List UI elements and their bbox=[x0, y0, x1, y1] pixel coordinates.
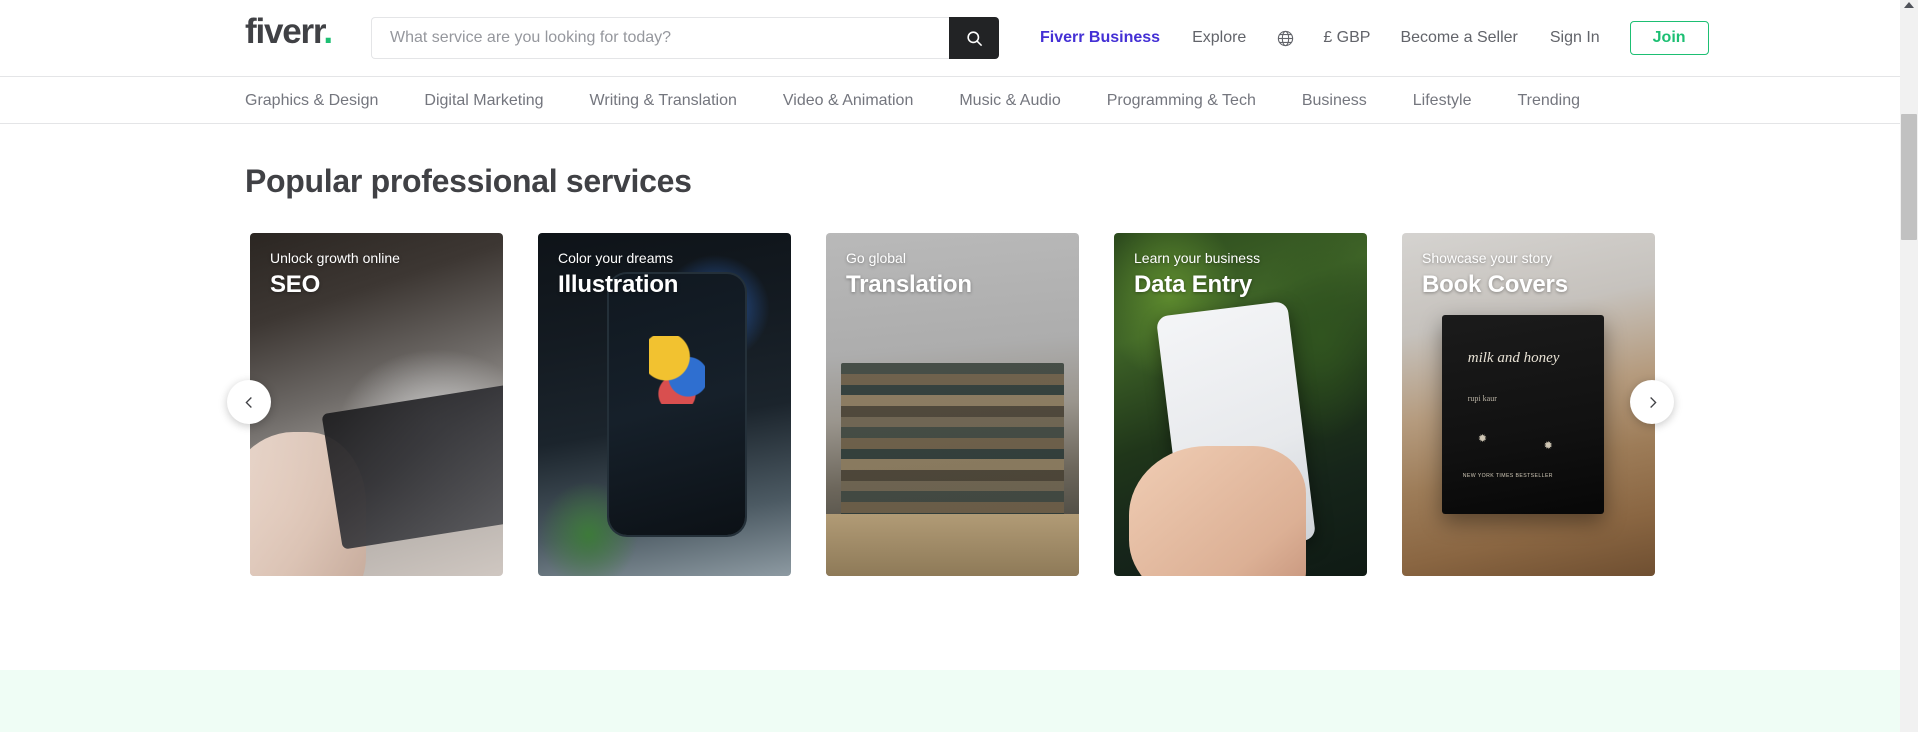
card-subtitle: Unlock growth online bbox=[270, 250, 400, 266]
service-card-seo[interactable]: Unlock growth online SEO bbox=[250, 233, 503, 576]
header-nav: Fiverr Business Explore £ GBP Become a S… bbox=[1040, 0, 1709, 76]
fiverr-homepage: fiverr. Fiverr Business Explore bbox=[0, 0, 1918, 732]
page-scrollbar[interactable] bbox=[1900, 0, 1918, 732]
scroll-up-arrow-icon[interactable] bbox=[1904, 2, 1914, 8]
currency-selector[interactable]: £ GBP bbox=[1309, 29, 1384, 47]
card-text-seo: Unlock growth online SEO bbox=[270, 249, 400, 298]
bee-icon: ✹ bbox=[1543, 439, 1553, 452]
fiverr-logo[interactable]: fiverr. bbox=[245, 12, 333, 51]
chevron-right-icon bbox=[1649, 396, 1657, 408]
phone-artwork bbox=[649, 335, 705, 405]
category-programming-tech[interactable]: Programming & Tech bbox=[1084, 92, 1279, 110]
card-text-illustration: Color your dreams Illustration bbox=[558, 249, 678, 298]
card-subtitle: Learn your business bbox=[1134, 250, 1261, 266]
category-nav-list: Graphics & Design Digital Marketing Writ… bbox=[245, 77, 1603, 125]
join-button[interactable]: Join bbox=[1629, 21, 1709, 55]
search-button[interactable] bbox=[949, 17, 999, 59]
category-writing-translation[interactable]: Writing & Translation bbox=[567, 92, 760, 110]
card-title: SEO bbox=[270, 270, 321, 298]
logo-dot: . bbox=[323, 12, 333, 51]
popular-services-carousel: Unlock growth online SEO Color your drea… bbox=[250, 233, 1655, 576]
service-card-data-entry[interactable]: Learn your business Data Entry bbox=[1114, 233, 1367, 576]
card-subtitle: Color your dreams bbox=[558, 250, 674, 266]
card-title: Illustration bbox=[558, 270, 679, 298]
category-digital-marketing[interactable]: Digital Marketing bbox=[401, 92, 566, 110]
service-card-book-covers[interactable]: milk and honey rupi kaur ✹ ✹ NEW YORK TI… bbox=[1402, 233, 1655, 576]
category-business[interactable]: Business bbox=[1279, 92, 1390, 110]
category-music-audio[interactable]: Music & Audio bbox=[936, 92, 1083, 110]
category-graphics-design[interactable]: Graphics & Design bbox=[245, 92, 401, 110]
language-selector[interactable] bbox=[1262, 29, 1309, 48]
book-cover-author: rupi kaur bbox=[1467, 394, 1497, 404]
category-lifestyle[interactable]: Lifestyle bbox=[1390, 92, 1495, 110]
category-nav-bar: Graphics & Design Digital Marketing Writ… bbox=[0, 76, 1900, 124]
card-subtitle: Showcase your story bbox=[1422, 250, 1552, 266]
nav-fiverr-business[interactable]: Fiverr Business bbox=[1040, 29, 1176, 47]
carousel-prev-button[interactable] bbox=[227, 380, 271, 424]
search-input[interactable] bbox=[371, 17, 949, 59]
next-section-band bbox=[0, 670, 1900, 732]
scrollbar-thumb[interactable] bbox=[1901, 114, 1917, 240]
chevron-left-icon bbox=[244, 396, 252, 408]
search-icon bbox=[966, 30, 982, 46]
card-text-book-covers: Showcase your story Book Covers bbox=[1422, 249, 1568, 298]
card-text-data-entry: Learn your business Data Entry bbox=[1134, 249, 1260, 298]
logo-wordmark: fiverr bbox=[245, 12, 325, 51]
card-text-translation: Go global Translation bbox=[846, 249, 972, 298]
service-card-translation[interactable]: Go global Translation bbox=[826, 233, 1079, 576]
book-cover-title: milk and honey bbox=[1467, 349, 1560, 366]
site-header: fiverr. Fiverr Business Explore bbox=[0, 0, 1900, 76]
nav-sign-in[interactable]: Sign In bbox=[1534, 29, 1616, 47]
card-title: Translation bbox=[846, 270, 972, 298]
service-card-illustration[interactable]: Color your dreams Illustration bbox=[538, 233, 791, 576]
nav-explore[interactable]: Explore bbox=[1176, 29, 1262, 47]
card-title: Data Entry bbox=[1134, 270, 1253, 298]
page-title: Popular professional services bbox=[245, 163, 692, 199]
nav-become-a-seller[interactable]: Become a Seller bbox=[1384, 29, 1533, 47]
search-bar bbox=[371, 17, 999, 59]
category-trending[interactable]: Trending bbox=[1494, 92, 1603, 110]
book-cover-badge: NEW YORK TIMES BESTSELLER bbox=[1462, 473, 1553, 480]
globe-icon bbox=[1278, 30, 1294, 46]
category-video-animation[interactable]: Video & Animation bbox=[760, 92, 936, 110]
bee-icon: ✹ bbox=[1477, 432, 1488, 445]
carousel-next-button[interactable] bbox=[1630, 380, 1674, 424]
hand-artwork bbox=[1129, 445, 1307, 576]
card-title: Book Covers bbox=[1422, 270, 1568, 298]
card-subtitle: Go global bbox=[846, 250, 906, 266]
